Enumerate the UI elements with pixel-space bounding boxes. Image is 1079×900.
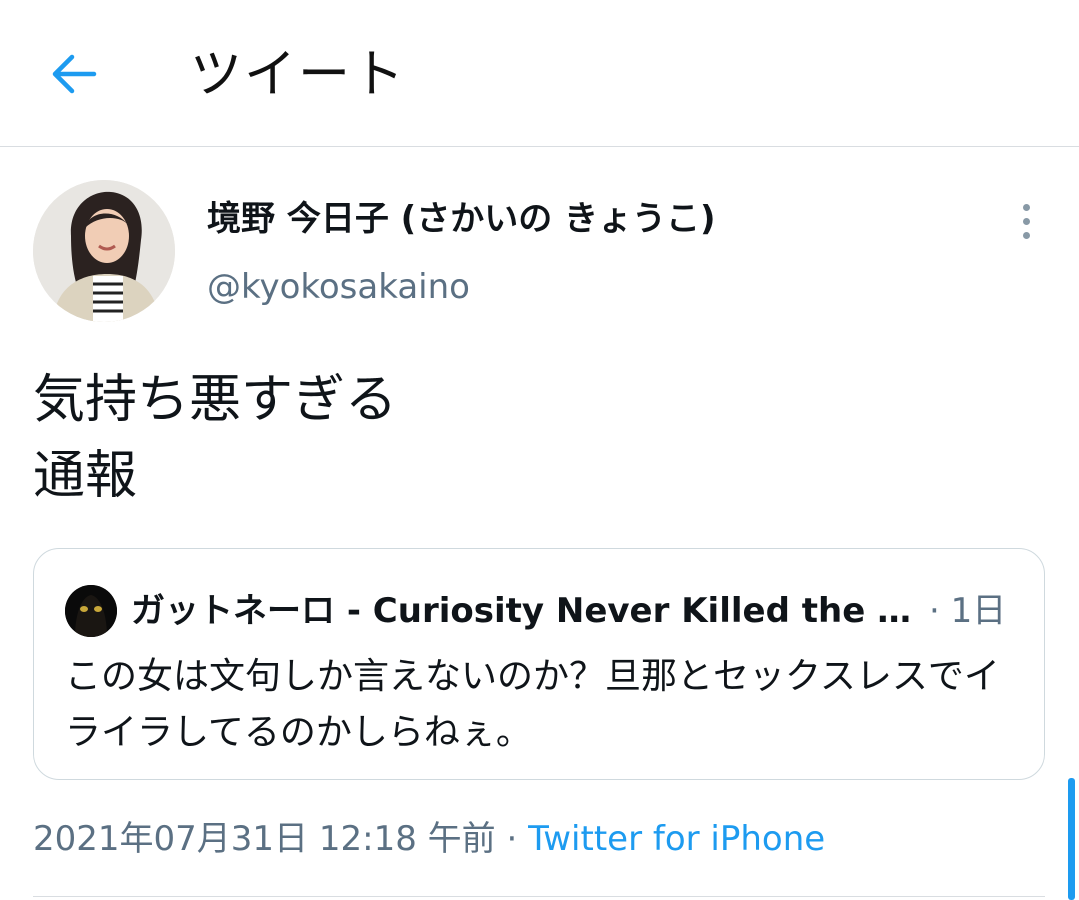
tweet-text-line: 気持ち悪すぎる [33, 370, 398, 430]
tweet-metadata: 2021年07月31日 12:18 午前 · Twitter for iPhon… [33, 812, 825, 866]
quoted-author-avatar [65, 585, 117, 637]
quoted-tweet-text: この女は文句しか言えないのか？旦那とセックスレスでイライラしてるのかしらねぇ。 [65, 656, 1000, 753]
quoted-author-name: ガットネーロ - Curiosity Never Killed the Cat [131, 591, 921, 631]
tweet-text-line: 通報 [33, 446, 138, 506]
meta-separator: · [495, 819, 529, 859]
quoted-timestamp: · 1日 [929, 591, 1007, 631]
tweet-datetime: 2021年07月31日 12:18 午前 [33, 819, 496, 859]
tweet-text: 気持ち悪すぎる 通報 [33, 362, 397, 514]
author-display-name[interactable]: 境野 今日子 (さかいの きょうこ) [207, 194, 716, 244]
more-vertical-icon [1023, 204, 1030, 211]
scrollbar[interactable] [1068, 778, 1075, 900]
author-handle[interactable]: @kyokosakaino [207, 262, 470, 312]
back-button[interactable] [48, 50, 100, 98]
tweet-source-link[interactable]: Twitter for iPhone [528, 819, 825, 859]
author-avatar[interactable] [33, 180, 175, 322]
top-app-bar: ツイート [0, 0, 1079, 147]
quoted-tweet[interactable]: ガットネーロ - Curiosity Never Killed the Cat … [33, 548, 1045, 780]
page-title: ツイート [190, 45, 407, 105]
arrow-left-icon [52, 54, 97, 94]
more-options-button[interactable] [1008, 200, 1046, 244]
divider [33, 896, 1045, 897]
